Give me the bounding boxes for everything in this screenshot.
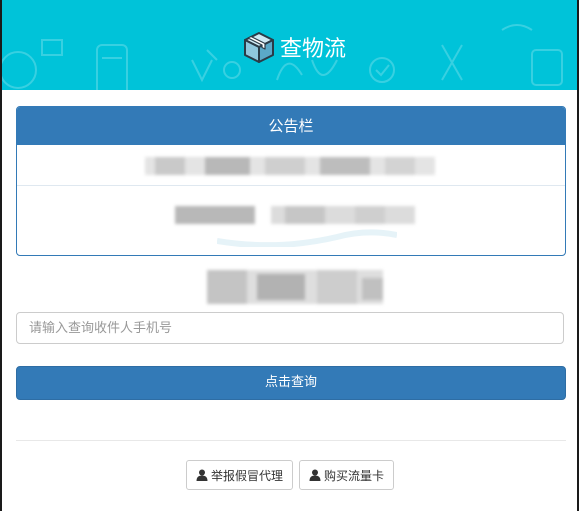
page-title: 查物流 (280, 37, 347, 62)
package-box-icon (244, 32, 274, 63)
notice-line-1-redacted (145, 157, 435, 175)
notice-divider (17, 185, 565, 186)
footer-divider (16, 440, 566, 441)
notice-line-2-redacted (175, 206, 415, 224)
redacted-heading (207, 270, 383, 304)
buy-data-card-button[interactable]: 购买流量卡 (299, 460, 395, 490)
decorative-swirl (217, 229, 397, 247)
buy-data-card-label: 购买流量卡 (324, 468, 385, 483)
query-button[interactable]: 点击查询 (16, 366, 566, 400)
report-fake-agent-button[interactable]: 举报假冒代理 (186, 460, 294, 490)
page-header: 查物流 (2, 0, 577, 90)
user-icon (196, 469, 208, 481)
report-fake-agent-label: 举报假冒代理 (211, 468, 284, 483)
notice-board: 公告栏 (16, 106, 566, 256)
brand: 查物流 (242, 30, 346, 64)
user-icon (309, 469, 321, 481)
notice-board-heading: 公告栏 (17, 107, 565, 145)
recipient-phone-input[interactable] (16, 312, 564, 344)
